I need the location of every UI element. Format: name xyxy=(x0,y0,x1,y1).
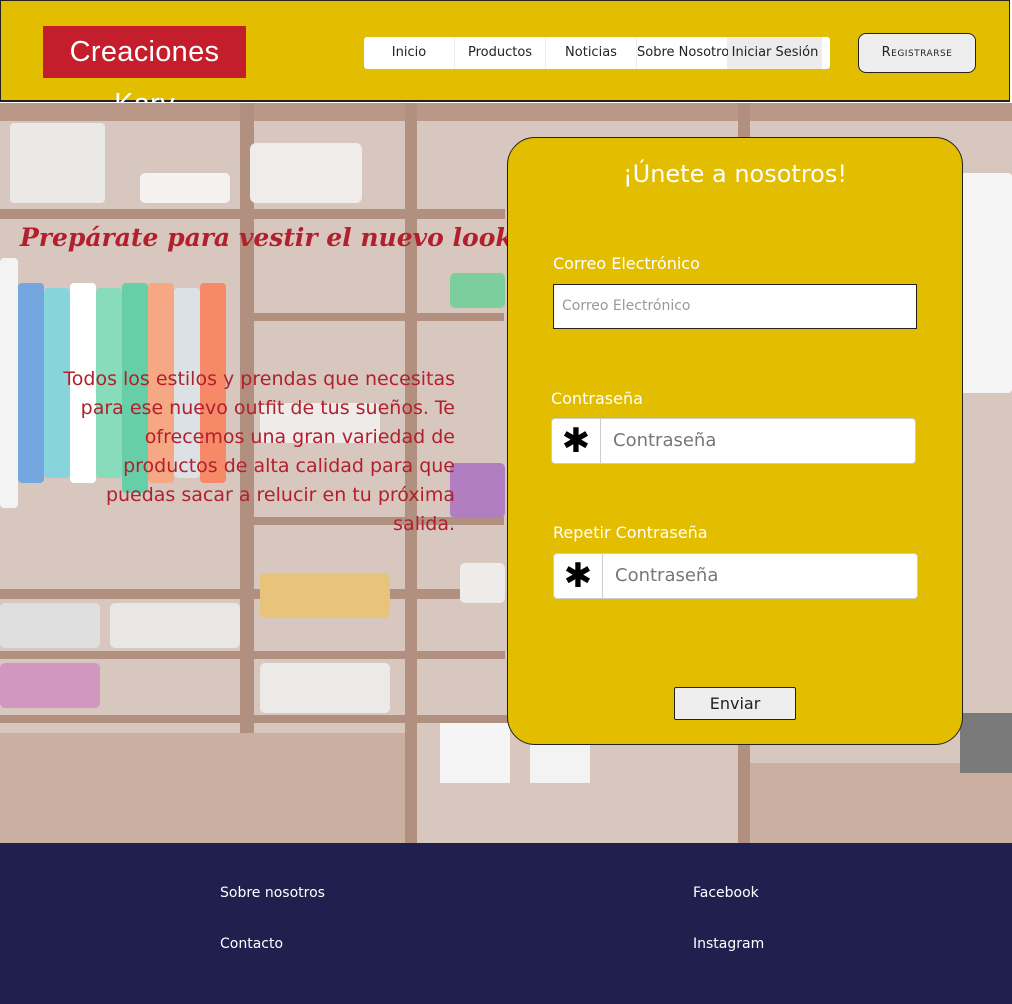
email-label: Correo Electrónico xyxy=(553,254,700,273)
submit-button[interactable]: Enviar xyxy=(674,687,796,720)
password-input[interactable]: Contraseña xyxy=(601,419,716,463)
hero-tagline: Prepárate para vestir el nuevo look up xyxy=(20,223,558,252)
hero-description: Todos los estilos y prendas que necesita… xyxy=(63,368,455,535)
asterisk-icon: ✱ xyxy=(552,419,601,463)
asterisk-icon: ✱ xyxy=(554,554,603,598)
form-title: ¡Únete a nosotros! xyxy=(623,160,847,188)
nav-inicio[interactable]: Inicio xyxy=(364,37,455,69)
password-field[interactable]: ✱ Contraseña xyxy=(551,418,916,464)
repeat-password-input[interactable]: Contraseña xyxy=(603,554,718,598)
footer-link-instagram[interactable]: Instagram xyxy=(693,936,764,952)
nav-sobre-nosotros[interactable]: Sobre Nosotros xyxy=(637,37,736,69)
nav-iniciar-sesion[interactable]: Iniciar Sesión xyxy=(728,37,822,69)
footer-link-about[interactable]: Sobre nosotros xyxy=(220,885,325,901)
password-label: Contraseña xyxy=(551,389,643,408)
signup-form-card: ¡Únete a nosotros! Correo Electrónico Co… xyxy=(507,137,963,745)
nav-productos[interactable]: Productos xyxy=(455,37,546,69)
nav-noticias[interactable]: Noticias xyxy=(546,37,637,69)
register-button[interactable]: Registrarse xyxy=(858,33,976,73)
site-footer: Sobre nosotros Contacto Facebook Instagr… xyxy=(0,843,1012,1004)
repeat-password-field[interactable]: ✱ Contraseña xyxy=(553,553,918,599)
main-nav: Inicio Productos Noticias Sobre Nosotros… xyxy=(364,37,830,69)
footer-link-facebook[interactable]: Facebook xyxy=(693,885,759,901)
email-input[interactable]: Correo Electrónico xyxy=(553,284,917,329)
logo[interactable]: Creaciones Kary xyxy=(43,26,246,120)
footer-link-contact[interactable]: Contacto xyxy=(220,936,283,952)
site-header: Creaciones Kary Inicio Productos Noticia… xyxy=(0,0,1010,120)
repeat-password-label: Repetir Contraseña xyxy=(553,523,708,542)
